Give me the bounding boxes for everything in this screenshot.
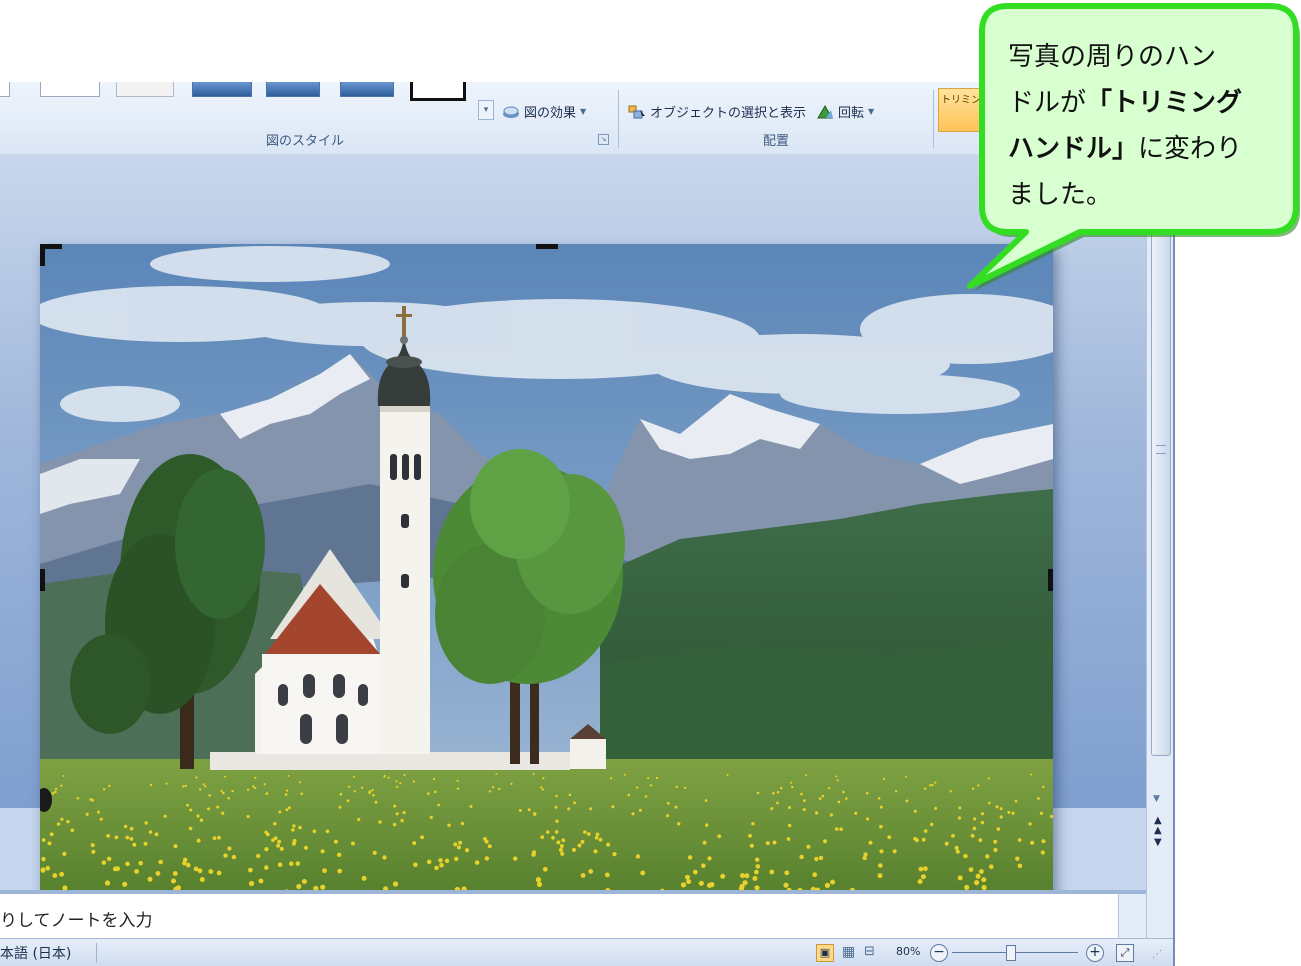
slide-sorter-view-icon[interactable]: ▦ bbox=[842, 944, 855, 960]
resize-grip-icon[interactable]: ⋰ bbox=[1152, 949, 1162, 960]
next-slide-icon[interactable]: ▼ bbox=[1154, 838, 1162, 848]
dropdown-arrow-icon: ▼ bbox=[580, 107, 587, 116]
style-thumb[interactable] bbox=[266, 82, 320, 97]
fit-to-window-icon[interactable]: ⤢ bbox=[1116, 944, 1134, 962]
status-separator bbox=[96, 943, 97, 963]
notes-placeholder: りしてノートを入力 bbox=[0, 911, 153, 931]
vertical-scrollbar[interactable]: ▼ ▲ ▲ ▼ bbox=[1146, 154, 1173, 966]
zoom-out-icon[interactable]: − bbox=[930, 944, 948, 962]
dialog-launcher-icon[interactable]: ↘ bbox=[598, 134, 609, 145]
zoom-level[interactable]: 80% bbox=[896, 945, 920, 958]
previous-slide-icon[interactable]: ▲ ▲ bbox=[1154, 816, 1162, 836]
selection-pane-label: オブジェクトの選択と表示 bbox=[650, 106, 807, 121]
slide-editing-area bbox=[0, 154, 1146, 920]
crop-label: トリミン bbox=[941, 95, 980, 106]
picture-effects-button[interactable]: 図の効果 ▼ bbox=[502, 102, 586, 121]
arrange-group-label: 配置 bbox=[762, 134, 789, 149]
notes-pane[interactable]: りしてノートを入力 bbox=[0, 890, 1146, 942]
style-thumb[interactable] bbox=[40, 82, 100, 97]
rotate-button[interactable]: 回転 ▼ bbox=[816, 102, 874, 121]
style-thumb-selected[interactable] bbox=[410, 82, 466, 101]
style-thumb[interactable] bbox=[116, 82, 174, 97]
group-separator bbox=[933, 90, 934, 148]
picture-effects-label: 図の効果 bbox=[524, 106, 577, 121]
callout-line: 写真の周りのハン bbox=[1008, 42, 1217, 72]
scrollbar-thumb[interactable] bbox=[1151, 154, 1171, 756]
language-indicator[interactable]: 本語 (日本) bbox=[0, 943, 71, 963]
normal-view-icon[interactable]: ▣ bbox=[816, 944, 834, 962]
style-thumb[interactable] bbox=[340, 82, 394, 97]
group-separator bbox=[618, 90, 619, 148]
style-thumb[interactable] bbox=[0, 82, 10, 97]
grip-icon bbox=[1156, 445, 1166, 454]
crop-handle-right-middle[interactable] bbox=[1048, 569, 1053, 591]
dropdown-arrow-icon: ▼ bbox=[868, 107, 875, 116]
rotate-label: 回転 bbox=[838, 106, 865, 121]
notes-scrollbar[interactable] bbox=[1118, 894, 1146, 942]
ribbon: ▾ 図の効果 ▼ 図のスタイル ↘ オブジェクトの選択と表示 回転 ▼ 配置 ト… bbox=[0, 82, 1173, 155]
slideshow-view-icon[interactable]: ⊟ bbox=[864, 944, 875, 959]
crop-handle-top-left[interactable] bbox=[40, 244, 45, 266]
crop-handle-left-middle[interactable] bbox=[40, 569, 45, 591]
status-bar: 本語 (日本) ▣ ▦ ⊟ 80% − + ⤢ ⋰ bbox=[0, 938, 1173, 966]
selection-pane-icon bbox=[628, 104, 646, 120]
zoom-in-icon[interactable]: + bbox=[1086, 944, 1104, 962]
selection-pane-button[interactable]: オブジェクトの選択と表示 bbox=[628, 102, 806, 121]
landscape-photo[interactable] bbox=[40, 244, 1053, 920]
zoom-slider-thumb[interactable] bbox=[1006, 945, 1016, 961]
rotate-icon bbox=[816, 104, 834, 120]
powerpoint-window: ▾ 図の効果 ▼ 図のスタイル ↘ オブジェクトの選択と表示 回転 ▼ 配置 ト… bbox=[0, 82, 1175, 966]
picture-effects-icon bbox=[502, 105, 520, 119]
gallery-more-icon[interactable]: ▾ bbox=[478, 100, 494, 120]
picture-styles-group-label: 図のスタイル bbox=[265, 134, 344, 149]
style-thumb[interactable] bbox=[192, 82, 252, 97]
crop-button[interactable]: トリミン bbox=[938, 88, 980, 132]
scroll-down-icon[interactable]: ▼ bbox=[1153, 794, 1160, 804]
crop-handle-top-middle[interactable] bbox=[536, 244, 558, 249]
